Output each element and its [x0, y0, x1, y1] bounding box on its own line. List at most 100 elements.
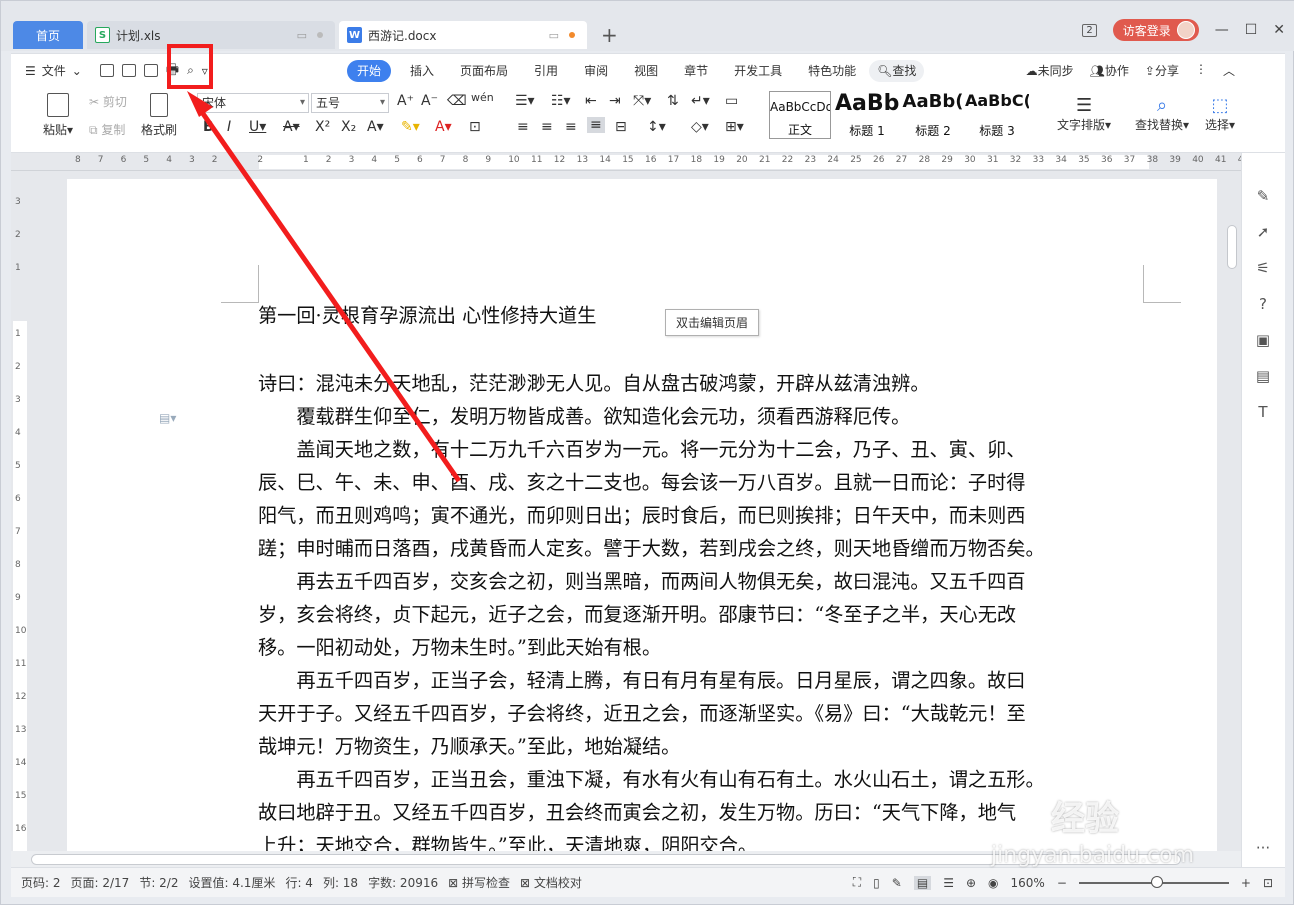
char-border-icon[interactable]: ⊡ — [469, 119, 481, 135]
collab-button[interactable]: 👥︎协作 — [1090, 62, 1129, 79]
page-view-icon[interactable]: ▤ — [913, 875, 932, 890]
increase-indent-icon[interactable]: ⇥ — [609, 93, 621, 109]
doc-line[interactable]: 再五千四百岁，正当子会，轻清上腾，有日有月有星有辰。日月星辰，谓之四象。故曰 — [258, 664, 1148, 697]
sync-button[interactable]: ☁未同步 — [1026, 62, 1074, 79]
shrink-font-icon[interactable]: A⁻ — [421, 93, 438, 109]
menu-review[interactable]: 审阅 — [571, 60, 621, 82]
copy-button[interactable]: ⧉ 复制 — [89, 121, 125, 138]
text-icon[interactable]: T — [1254, 403, 1272, 421]
subscript-icon[interactable]: X₂ — [341, 119, 356, 135]
fit-window-icon[interactable]: ⊡ — [1263, 876, 1273, 890]
bullets-icon[interactable]: ☰▾ — [515, 93, 535, 109]
doc-line[interactable]: 移。一阳初动处，万物未生时。”到此天始有根。 — [258, 631, 1148, 664]
zoom-slider-knob[interactable] — [1150, 875, 1163, 888]
menu-start[interactable]: 开始 — [347, 59, 392, 82]
format-painter-button[interactable]: 格式刷 — [141, 93, 177, 138]
menu-chapter[interactable]: 章节 — [671, 60, 721, 82]
proofread-button[interactable]: ⊠ 文档校对 — [520, 874, 582, 891]
open-folder-icon[interactable] — [121, 64, 136, 77]
distribute-icon[interactable]: ⊟ — [615, 119, 627, 135]
doc-line[interactable]: 天开于子。又经五千四百岁，子会将终，近丑之会，而逐渐坚实。《易》曰：“大哉乾元！… — [258, 697, 1148, 730]
font-size-select[interactable]: 五号 — [311, 93, 389, 113]
more-icon[interactable]: ⋮ — [1195, 62, 1207, 79]
zoom-level[interactable]: 160% — [1011, 876, 1045, 890]
justify-icon[interactable]: ≡ — [587, 117, 605, 133]
pointer-icon[interactable]: ➚ — [1254, 223, 1272, 241]
outline-view-icon[interactable]: ☰ — [943, 876, 954, 890]
font-color-icon[interactable]: A▾ — [435, 119, 452, 135]
italic-icon[interactable]: I — [227, 119, 231, 135]
doc-settings-icon[interactable]: ▣ — [1254, 331, 1272, 349]
doc-line[interactable]: 阳气，而丑则鸡鸣；寅不通光，而卯则日出；辰时食后，而巳则挨排；日午天中，而未则西 — [258, 499, 1148, 532]
minimize-button[interactable]: — — [1215, 22, 1229, 38]
strikethrough-icon[interactable]: A▾ — [283, 119, 300, 135]
superscript-icon[interactable]: X² — [315, 119, 330, 135]
borders-icon[interactable]: ⊞▾ — [725, 119, 744, 135]
find-replace-button[interactable]: ⌕ 查找替换▾ — [1135, 95, 1189, 133]
menu-page-layout[interactable]: 页面布局 — [447, 60, 521, 82]
status-pages[interactable]: 页面: 2/17 — [71, 874, 130, 891]
file-menu[interactable]: ☰ 文件 ⌄ — [25, 62, 82, 79]
doc-line[interactable]: 覆载群生仰至仁，发明万物皆成善。欲知造化会元功，须看西游释厄传。 — [258, 400, 1148, 433]
numbering-icon[interactable]: ☷▾ — [551, 93, 571, 109]
highlight-icon[interactable]: ✎▾ — [401, 119, 420, 135]
collapse-ribbon-icon[interactable]: ︿ — [1223, 62, 1235, 79]
style-heading-3[interactable]: AaBbC(标题 3 — [965, 91, 1029, 139]
menu-view[interactable]: 视图 — [621, 60, 671, 82]
chinese-layout-icon[interactable]: ⤧▾ — [633, 93, 651, 109]
eye-protect-icon[interactable]: ◉ — [988, 876, 998, 890]
bold-icon[interactable]: B — [203, 119, 214, 135]
cut-button[interactable]: ✂ 剪切 — [89, 93, 127, 110]
new-doc-icon[interactable] — [99, 64, 114, 77]
float-window-icon[interactable]: ▭ — [297, 29, 307, 42]
text-effect-icon[interactable]: A▾ — [367, 119, 384, 135]
paragraph-handle-icon[interactable]: ▤▾ — [159, 411, 176, 425]
sliders-icon[interactable]: ⚟ — [1254, 259, 1272, 277]
menu-search[interactable]: 🔍︎ 查找 — [869, 59, 925, 82]
close-button[interactable]: ✕ — [1273, 22, 1285, 38]
sort-icon[interactable]: ⇅ — [667, 93, 679, 109]
tab-home[interactable]: 首页 — [13, 21, 83, 49]
align-center-icon[interactable]: ≡ — [541, 119, 553, 135]
align-left-icon[interactable]: ≡ — [517, 119, 529, 135]
decrease-indent-icon[interactable]: ⇤ — [585, 93, 597, 109]
window-count-badge[interactable]: 2 — [1082, 23, 1097, 37]
underline-icon[interactable]: U▾ — [249, 119, 266, 135]
doc-search-icon[interactable]: ▤ — [1254, 367, 1272, 385]
close-dot-icon[interactable] — [317, 32, 323, 38]
line-spacing-icon[interactable]: ↕▾ — [647, 119, 666, 135]
doc-line[interactable]: 诗曰：混沌未分天地乱，茫茫渺渺无人见。自从盘古破鸿蒙，开辟从兹清浊辨。 — [258, 367, 1148, 400]
status-setting[interactable]: 设置值: 4.1厘米 — [188, 874, 275, 891]
float-window-icon[interactable]: ▭ — [549, 29, 559, 42]
new-tab-button[interactable]: + — [601, 23, 618, 47]
vertical-scrollbar-thumb[interactable] — [1227, 225, 1237, 269]
doc-line[interactable]: 岁，亥会将终，贞下起元，近子之会，而复逐渐开明。邵康节曰：“冬至子之半，天心无改 — [258, 598, 1148, 631]
doc-line[interactable]: 辰、巳、午、未、申、酉、戌、亥之十二支也。每会该一万八百岁。且就一日而论：子时得 — [258, 466, 1148, 499]
guest-login-button[interactable]: 访客登录 — [1112, 19, 1199, 41]
horizontal-ruler[interactable]: 8 7 6 5 4 3 2 2 1 2 3 4 5 6 7 8 9 10 11 12 13 14 15 16 17 18 19 20 2… — [11, 153, 1272, 171]
status-page[interactable]: 页码: 2 — [21, 874, 61, 891]
zoom-slider[interactable] — [1078, 875, 1229, 888]
share-button[interactable]: ⇪分享 — [1145, 62, 1179, 79]
status-words[interactable]: 字数: 20916 — [368, 874, 438, 891]
paste-button[interactable]: 粘贴▾ — [43, 93, 73, 138]
more-dots-icon[interactable]: ··· — [1254, 839, 1272, 857]
status-section[interactable]: 节: 2/2 — [139, 874, 178, 891]
pen-icon[interactable]: ✎ — [1254, 187, 1272, 205]
menu-developer[interactable]: 开发工具 — [721, 60, 795, 82]
style-heading-1[interactable]: AaBb 标题 1 — [835, 91, 899, 139]
unsaved-dot-icon[interactable] — [569, 32, 575, 38]
show-marks-icon[interactable]: ↵▾ — [691, 93, 710, 109]
doc-line[interactable]: 盖闻天地之数，有十二万九千六百岁为一元。将一元分为十二会，乃子、丑、寅、卯、 — [258, 433, 1148, 466]
vertical-ruler[interactable]: 3 2 1 1 2 3 4 5 6 7 8 9 10 11 12 13 14 15 16 — [11, 171, 29, 851]
menu-references[interactable]: 引用 — [521, 60, 571, 82]
text-layout-button[interactable]: ☰ 文字排版▾ — [1057, 95, 1111, 133]
save-icon[interactable] — [143, 64, 158, 77]
zoom-out-icon[interactable]: − — [1057, 876, 1067, 890]
doc-line[interactable]: 再去五千四百岁，交亥会之初，则当黑暗，而两间人物俱无矣，故曰混沌。又五千四百 — [258, 565, 1148, 598]
clear-format-icon[interactable]: ⌫ — [447, 93, 467, 109]
font-select[interactable]: 宋体 — [197, 93, 309, 113]
doc-line[interactable]: 哉坤元！万物资生，乃顺承天。”至此，地始凝结。 — [258, 730, 1148, 763]
style-heading-2[interactable]: AaBb(标题 2 — [901, 91, 965, 139]
status-col[interactable]: 列: 18 — [323, 874, 358, 891]
